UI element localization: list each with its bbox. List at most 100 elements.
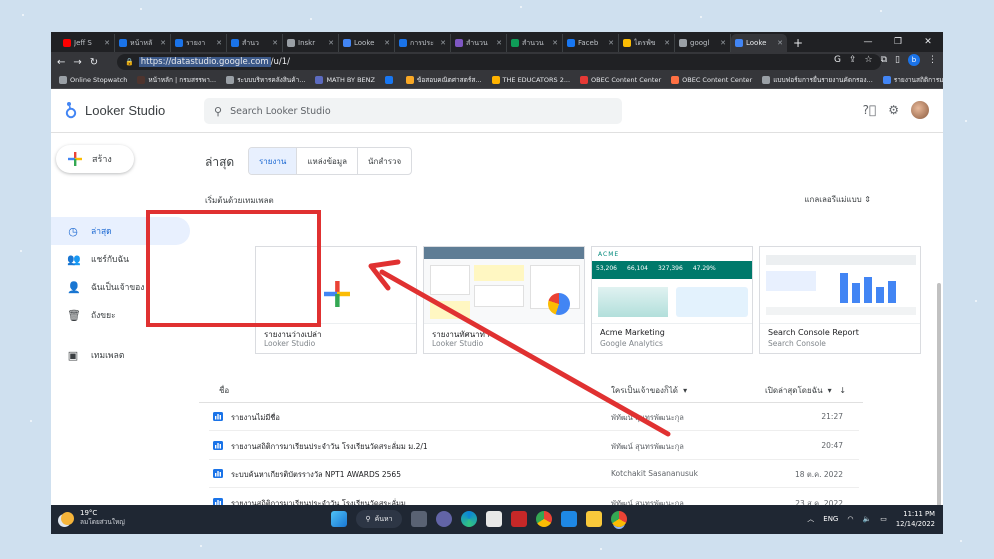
search-input[interactable]: Search Looker Studio bbox=[230, 106, 331, 117]
browser-tab[interactable]: Inskr ✕ bbox=[283, 34, 339, 52]
bookmark-item[interactable]: MATH BY BENZ bbox=[315, 76, 375, 84]
browser-tab[interactable]: สำนวน ✕ bbox=[451, 34, 507, 52]
taskbar-search[interactable]: ⚲ ค้นหา bbox=[356, 510, 402, 528]
template-card-acme[interactable]: ACME 53,206 66,104 327,396 47.29% Acme Mark… bbox=[591, 246, 753, 354]
lock-icon: 🔒 bbox=[125, 58, 134, 66]
bookmark-item[interactable]: รายงานสถิติการมาเรี... bbox=[882, 75, 943, 85]
bookmark-star-icon[interactable]: ☆ bbox=[865, 55, 873, 65]
bookmark-label: MATH BY BENZ bbox=[326, 76, 375, 84]
volume-icon[interactable]: 🔈 bbox=[862, 515, 871, 523]
teams-icon[interactable] bbox=[436, 511, 452, 527]
scrollbar[interactable] bbox=[937, 283, 941, 509]
template-card-tutorial[interactable]: รายงานทัศนาทำ Looker Studio bbox=[423, 246, 585, 354]
browser-tab[interactable]: สำนว ✕ bbox=[227, 34, 283, 52]
browser-tab[interactable]: การประ ✕ bbox=[395, 34, 451, 52]
forward-icon[interactable]: → bbox=[73, 57, 81, 68]
browser-tab[interactable]: Faceb ✕ bbox=[563, 34, 619, 52]
bookmark-item[interactable] bbox=[384, 76, 396, 84]
google-lens-icon[interactable]: G bbox=[834, 55, 841, 65]
tab-close-icon[interactable]: ✕ bbox=[608, 39, 614, 47]
bookmark-favicon-icon bbox=[315, 76, 324, 84]
owner-filter[interactable]: ใครเป็นเจ้าของก็ได้ ▾ bbox=[611, 384, 687, 397]
menu-kebab-icon[interactable]: ⋮ bbox=[928, 55, 937, 65]
template-card-search-console[interactable]: Search Console Report Search Console bbox=[759, 246, 921, 354]
looker-studio-logo[interactable]: Looker Studio bbox=[65, 101, 165, 119]
profile-avatar[interactable]: b bbox=[908, 54, 920, 66]
tab-close-icon[interactable]: ✕ bbox=[216, 39, 222, 47]
bookmark-item[interactable]: OBEC Content Center bbox=[671, 76, 752, 84]
browser-tab[interactable]: รายงา ✕ bbox=[171, 34, 227, 52]
bookmark-item[interactable]: THE EDUCATORS 2... bbox=[491, 76, 570, 84]
browser-tab[interactable]: Looke ✕ bbox=[731, 34, 787, 52]
browser-tab[interactable]: สำนวน ✕ bbox=[507, 34, 563, 52]
wifi-icon[interactable]: ◠ bbox=[847, 515, 853, 523]
column-name[interactable]: ชื่อ bbox=[219, 384, 229, 397]
language-indicator[interactable]: ENG bbox=[823, 515, 838, 523]
tab-close-icon[interactable]: ✕ bbox=[440, 39, 446, 47]
windows-start-icon[interactable] bbox=[331, 511, 347, 527]
template-gallery-toggle[interactable]: แกลเลอรีแม่แบบ ⇕ bbox=[804, 193, 871, 206]
bookmark-favicon-icon bbox=[226, 76, 235, 84]
reload-icon[interactable]: ↻ bbox=[90, 57, 98, 68]
tab-close-icon[interactable]: ✕ bbox=[104, 39, 110, 47]
tab-favicon-icon bbox=[735, 39, 743, 47]
minimize-icon[interactable]: — bbox=[853, 32, 883, 52]
maximize-icon[interactable]: ❐ bbox=[883, 32, 913, 52]
chrome-icon[interactable] bbox=[536, 511, 552, 527]
close-window-icon[interactable]: ✕ bbox=[913, 32, 943, 52]
bookmark-item[interactable]: ข้อสอบคณิตศาสตร์ส... bbox=[405, 75, 482, 85]
tab-close-icon[interactable]: ✕ bbox=[777, 39, 783, 47]
create-button[interactable]: สร้าง bbox=[56, 145, 134, 173]
help-icon[interactable]: ?⃝ bbox=[863, 103, 877, 117]
tab-close-icon[interactable]: ✕ bbox=[496, 39, 502, 47]
back-icon[interactable]: ← bbox=[57, 57, 65, 68]
tab-2[interactable]: นักสำรวจ bbox=[358, 148, 411, 174]
browser-tab[interactable]: ไดรฟ์ข ✕ bbox=[619, 34, 675, 52]
sidebar-item[interactable]: ▣ เทมเพลต bbox=[51, 341, 190, 369]
tab-close-icon[interactable]: ✕ bbox=[720, 39, 726, 47]
tab-close-icon[interactable]: ✕ bbox=[328, 39, 334, 47]
extensions-icon[interactable]: ⧉ bbox=[881, 55, 887, 65]
sidepanel-icon[interactable]: ▯ bbox=[895, 55, 900, 65]
chrome-active-icon[interactable] bbox=[611, 511, 627, 527]
browser-tab[interactable]: หน้าหลั ✕ bbox=[115, 34, 171, 52]
mail-icon[interactable] bbox=[561, 511, 577, 527]
sort-opened[interactable]: เปิดล่าสุดโดยฉัน ▾ ↓ bbox=[765, 384, 846, 397]
edge-icon[interactable] bbox=[461, 511, 477, 527]
new-tab-button[interactable]: + bbox=[793, 34, 803, 52]
search-bar[interactable]: ⚲ Search Looker Studio bbox=[204, 98, 622, 124]
taskbar-search-label: ค้นหา bbox=[374, 514, 393, 523]
app-icon-red[interactable] bbox=[511, 511, 527, 527]
browser-tab[interactable]: Jeff S ✕ bbox=[59, 34, 115, 52]
table-row[interactable]: ระบบค้นหาเกียรติบัตรรางวัล NPT1 AWARDS 2… bbox=[209, 460, 859, 488]
avatar[interactable] bbox=[911, 101, 929, 119]
tab-close-icon[interactable]: ✕ bbox=[272, 39, 278, 47]
bookmark-item[interactable]: แบบฟอร์มการยื่นรายงานคัดกรอง... bbox=[762, 75, 873, 85]
address-bar[interactable]: 🔒 https://datastudio.google.com/u/1/ bbox=[117, 54, 881, 70]
table-row[interactable]: รายงานไม่มีชื่อ พัทัฒน์ สุนทรพัฒนะกุล 21:2… bbox=[209, 403, 859, 431]
battery-icon[interactable]: ▭ bbox=[880, 515, 887, 523]
tab-close-icon[interactable]: ✕ bbox=[664, 39, 670, 47]
tab-close-icon[interactable]: ✕ bbox=[384, 39, 390, 47]
tab-close-icon[interactable]: ✕ bbox=[160, 39, 166, 47]
tab-1[interactable]: แหล่งข้อมูล bbox=[297, 148, 359, 174]
share-icon[interactable]: ⇪ bbox=[849, 55, 857, 65]
table-row[interactable]: รายงานสถิติการมาเรียนประจำวัน โรงเรียนวั… bbox=[209, 432, 859, 460]
chevron-up-icon[interactable]: ︿ bbox=[807, 514, 814, 524]
file-explorer-icon[interactable] bbox=[586, 511, 602, 527]
bookmark-item[interactable]: ระบบบริหารคลังสินค้า... bbox=[226, 75, 305, 85]
clock[interactable]: 11:11 PM 12/14/2022 bbox=[896, 509, 935, 529]
tab-label: Looke bbox=[354, 39, 375, 47]
browser-tab[interactable]: Looke ✕ bbox=[339, 34, 395, 52]
gear-icon[interactable]: ⚙ bbox=[888, 103, 899, 117]
tab-close-icon[interactable]: ✕ bbox=[552, 39, 558, 47]
browser-tab[interactable]: googl ✕ bbox=[675, 34, 731, 52]
notion-icon[interactable] bbox=[486, 511, 502, 527]
weather-widget[interactable]: 19°C ลมโดยส่วนใหญ่ bbox=[61, 509, 125, 527]
bookmark-item[interactable]: Online Stopwatch bbox=[59, 76, 127, 84]
bookmark-item[interactable]: หน้าหลัก | กรมสรรพา... bbox=[137, 75, 216, 85]
tab-0[interactable]: รายงาน bbox=[249, 148, 298, 174]
bookmark-item[interactable]: OBEC Content Center bbox=[580, 76, 661, 84]
weather-icon bbox=[61, 511, 74, 525]
task-view-icon[interactable] bbox=[411, 511, 427, 527]
